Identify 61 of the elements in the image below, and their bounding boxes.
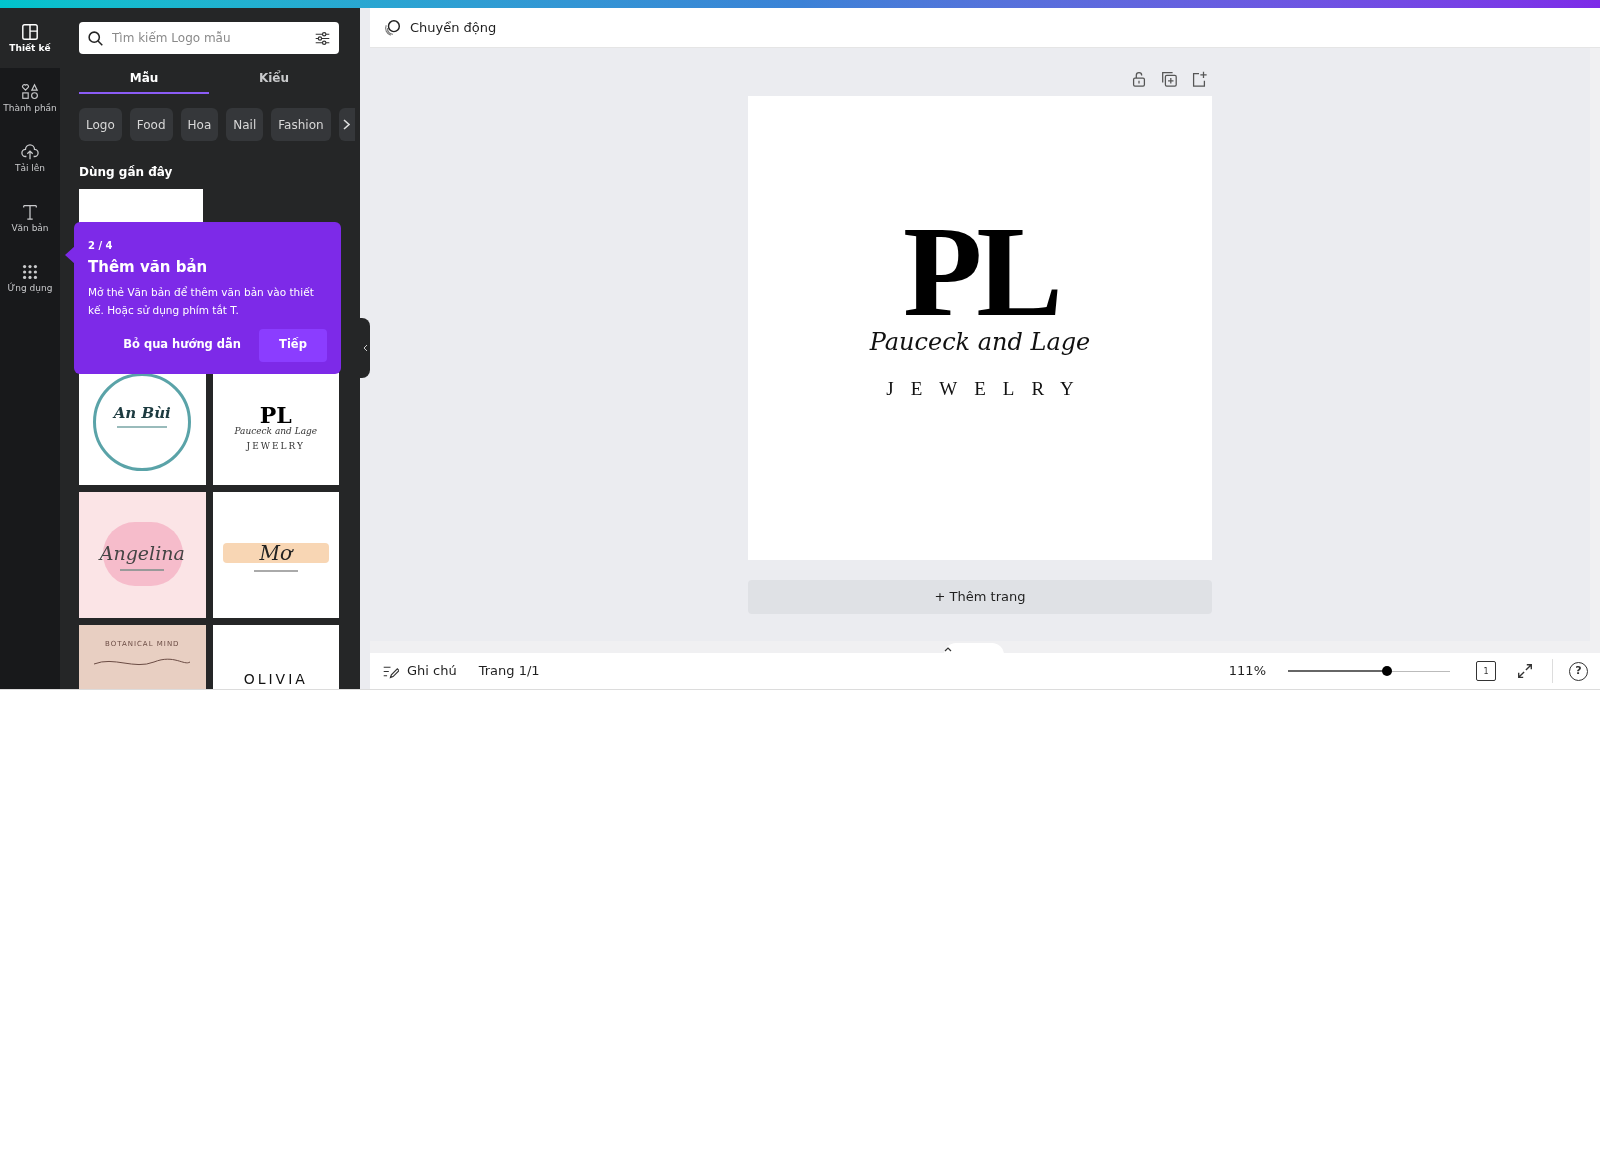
- expand-arrows-icon: [1516, 662, 1534, 680]
- cloud-upload-icon: [21, 143, 39, 161]
- filter-sliders-icon: [314, 30, 331, 47]
- animate-button[interactable]: Chuyển động: [382, 13, 499, 42]
- tooltip-text: Mở thẻ Văn bản để thêm văn bản vào thiết kế. Hoặc sử dụng phím tắt T.: [88, 284, 315, 319]
- tab[interactable]: Kiểu: [209, 64, 339, 94]
- duplicate-page-button[interactable]: [1160, 70, 1178, 88]
- add-page-button[interactable]: + Thêm trang: [748, 580, 1212, 614]
- zoom-percentage: 111%: [1228, 662, 1266, 681]
- logo-script-text: Pauceck and Lage: [234, 426, 318, 438]
- filter-chip[interactable]: Food: [129, 108, 173, 141]
- script-text: Pauceck and Lage: [869, 326, 1091, 357]
- template-thumbnail[interactable]: Mơ: [212, 492, 339, 618]
- fullscreen-button[interactable]: [1516, 662, 1534, 680]
- vertical-scrollbar[interactable]: [1590, 48, 1600, 653]
- collapse-panel-handle[interactable]: [360, 318, 370, 378]
- next-button[interactable]: Tiếp: [259, 328, 327, 362]
- search-icon: [87, 30, 104, 47]
- logo-tagline: JEWELRY: [246, 440, 305, 454]
- lock-icon: [1130, 70, 1148, 88]
- layout-icon: [21, 23, 39, 41]
- chevron-up-icon: [944, 646, 952, 652]
- logo-text: Angelina: [99, 540, 185, 566]
- logo-text: Mơ: [259, 540, 292, 567]
- apps-grid-icon: [21, 263, 39, 281]
- chips-next-button[interactable]: [338, 108, 355, 141]
- filter-chip[interactable]: Logo: [79, 108, 122, 141]
- add-page-button[interactable]: [1190, 70, 1208, 88]
- horizontal-scrollbar[interactable]: [370, 641, 1590, 653]
- template-thumbnail[interactable]: Angelina: [79, 492, 206, 618]
- filter-chip[interactable]: Fashion: [271, 108, 331, 141]
- template-thumbnail[interactable]: OLIVIA: [212, 625, 339, 689]
- zoom-slider[interactable]: [1288, 664, 1450, 678]
- shapes-icon: [21, 83, 39, 101]
- filter-chip[interactable]: Nail: [226, 108, 264, 141]
- tooltip-title: Thêm văn bản: [88, 257, 209, 278]
- filter-chip[interactable]: Hoa: [180, 108, 219, 141]
- page-indicator: Trang 1/1: [478, 662, 540, 681]
- page-count-button[interactable]: 1: [1476, 661, 1496, 681]
- search-field[interactable]: Tìm kiếm Logo mẫu: [79, 22, 339, 54]
- tagline-text: JEWELRY: [885, 376, 1091, 401]
- zoom-slider-thumb[interactable]: [1381, 666, 1392, 676]
- add-page-icon: [1190, 70, 1208, 88]
- monogram-text: PL: [902, 222, 1058, 319]
- animation-circles-icon: [384, 18, 402, 37]
- logo-text: PL: [259, 404, 292, 427]
- text-icon: [21, 203, 39, 221]
- tagline-line: [117, 426, 168, 429]
- tagline-line: [253, 570, 298, 572]
- step-counter: 2 / 4: [88, 239, 114, 253]
- logo-text: OLIVIA: [243, 670, 308, 689]
- lock-button[interactable]: [1130, 70, 1148, 88]
- tagline-line: [120, 569, 165, 572]
- section-heading: Dùng gần đây: [79, 164, 174, 181]
- sidebar-tab[interactable]: Thiết kế: [0, 8, 60, 68]
- chevron-right-icon: [343, 119, 351, 130]
- logo-text: An Bùi: [113, 402, 171, 424]
- skip-tour-button[interactable]: Bỏ qua hướng dẫn: [111, 328, 253, 362]
- notes-button[interactable]: Ghi chú: [382, 657, 457, 685]
- duplicate-page-icon: [1160, 70, 1178, 88]
- tab[interactable]: Mẫu: [79, 64, 209, 94]
